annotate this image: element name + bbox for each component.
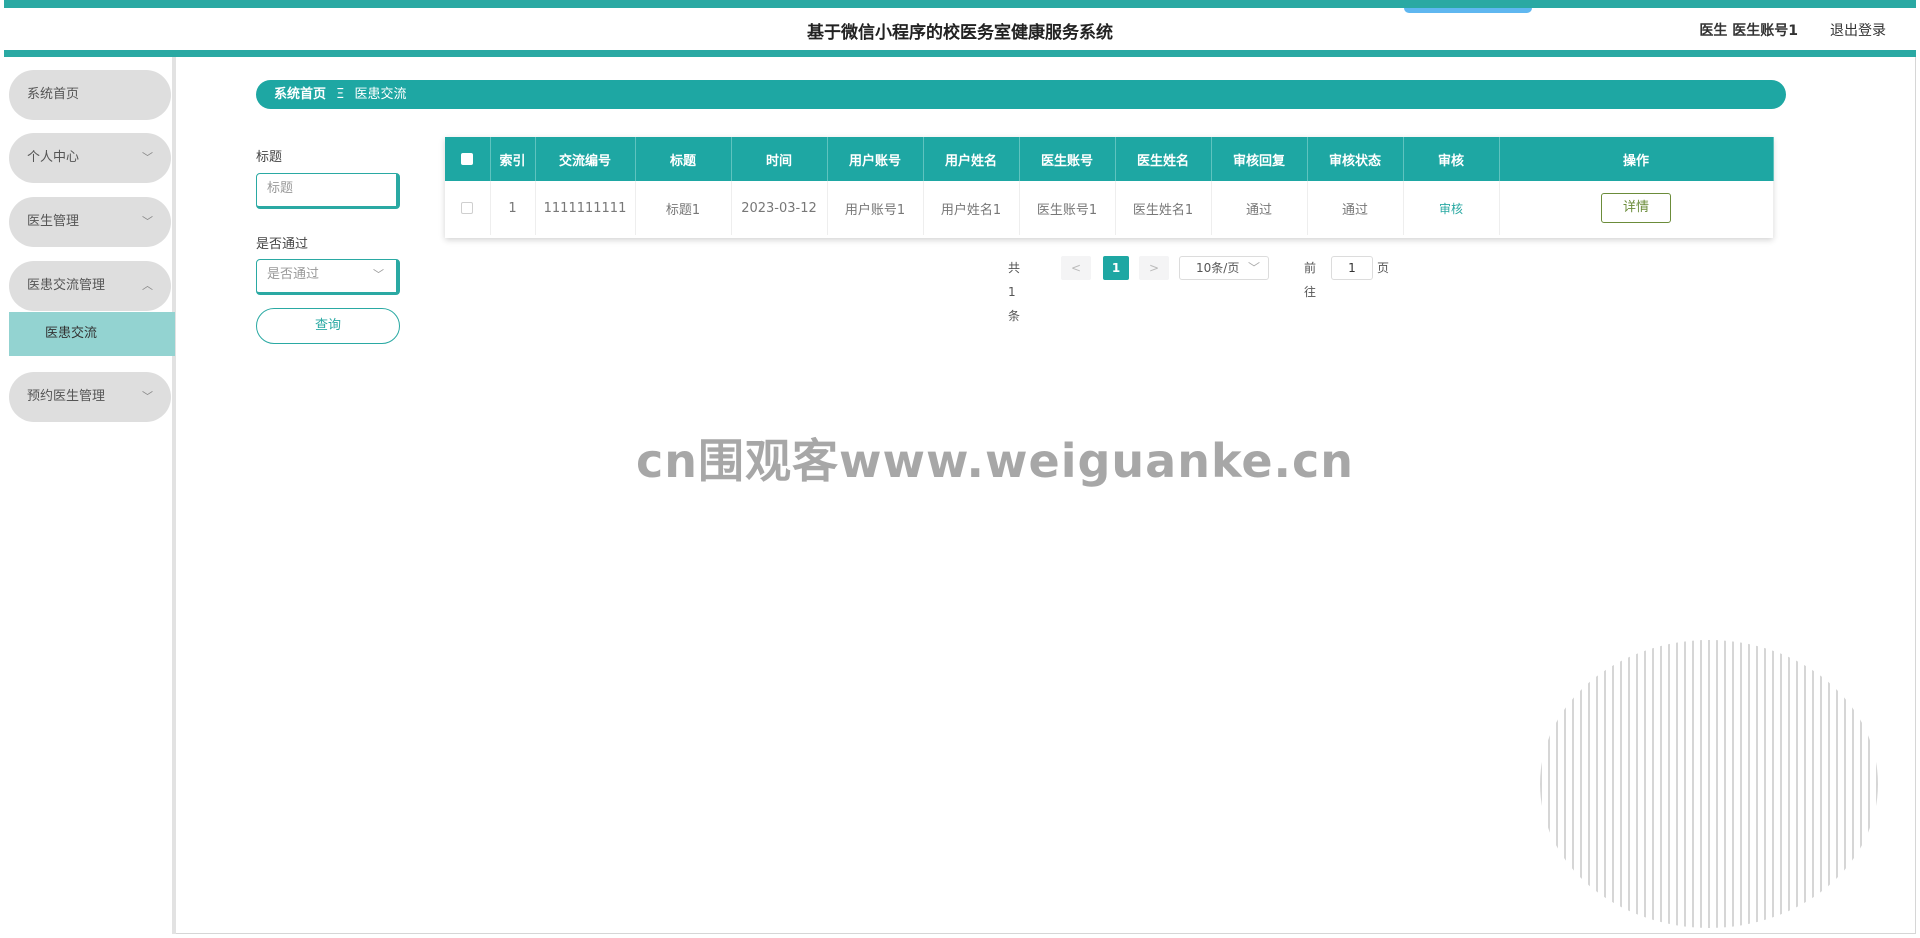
breadcrumb-separator-icon: Ξ [336,87,345,102]
table-header-row: 索引 交流编号 标题 时间 用户账号 用户姓名 医生账号 医生姓名 审核回复 审… [445,137,1774,181]
column-header: 医生账号 [1019,137,1116,181]
approved-filter-select[interactable]: 是否通过 ﹀ [256,259,400,295]
cell-doctor-name: 医生姓名1 [1115,181,1212,235]
goto-suffix: 页 [1377,261,1390,275]
column-header: 审核回复 [1211,137,1308,181]
cell-index: 1 [490,181,536,235]
sidebar-item-home[interactable]: 系统首页 [9,70,171,120]
cell-time: 2023-03-12 [731,181,828,235]
cell-audit-status: 通过 [1307,181,1404,235]
breadcrumb: 系统首页 Ξ 医患交流 [256,80,1786,109]
top-header: 基于微信小程序的校医务室健康服务系统 医生 医生账号1 退出登录 [4,0,1916,57]
query-button[interactable]: 查询 [256,308,400,344]
column-header: 医生姓名 [1115,137,1212,181]
sidebar-item-label: 医患交流管理 [27,278,106,293]
column-header: 索引 [490,137,536,181]
next-page-button[interactable]: > [1139,256,1169,280]
row-checkbox[interactable] [461,202,474,214]
cell-doctor-account: 医生账号1 [1019,181,1116,235]
cell-audit-reply: 通过 [1211,181,1308,235]
chevron-down-icon: ﹀ [1247,261,1260,275]
cell-user-name: 用户姓名1 [923,181,1020,235]
cell-title: 标题1 [635,181,732,235]
current-user: 医生 医生账号1 [1699,23,1798,39]
pagination-total: 共 1 条 [1008,261,1021,323]
chevron-down-icon: ﹀ [142,151,153,164]
approved-filter-placeholder: 是否通过 [267,267,320,282]
top-decoration [1404,8,1532,13]
column-header: 用户账号 [827,137,924,181]
goto-label: 前往 [1304,261,1317,299]
chevron-down-icon: ﹀ [142,215,153,228]
sidebar-item-doctor-management[interactable]: 医生管理 ﹀ [9,197,171,247]
sidebar-item-appointment-management[interactable]: 预约医生管理 ﹀ [9,372,171,422]
approved-filter-label: 是否通过 [256,237,309,252]
sidebar-subitem-communication[interactable]: 医患交流 [9,312,175,356]
sidebar: 系统首页 个人中心 ﹀ 医生管理 ﹀ 医患交流管理 ︿ 医患交流 预约医生管理 … [4,57,176,934]
audit-link[interactable]: 审核 [1439,202,1463,216]
decorative-stripes [1540,640,1878,928]
sidebar-subitem-label: 医患交流 [45,326,98,341]
goto-page-input[interactable]: 1 [1331,256,1373,280]
column-header: 审核 [1403,137,1500,181]
select-all-checkbox[interactable] [461,153,474,165]
sidebar-item-label: 医生管理 [27,214,80,229]
column-header: 标题 [635,137,732,181]
cell-audit: 审核 [1403,181,1500,235]
select-all-cell [445,137,491,181]
row-select-cell [445,181,491,235]
title-filter-label: 标题 [256,150,283,165]
column-header: 时间 [731,137,828,181]
sidebar-item-label: 个人中心 [27,150,80,165]
detail-button[interactable]: 详情 [1601,193,1671,223]
logout-link[interactable]: 退出登录 [1830,20,1886,40]
chevron-down-icon: ﹀ [142,390,153,403]
cell-code: 1111111111 [535,181,636,235]
sidebar-item-label: 预约医生管理 [27,389,106,404]
sidebar-item-personal-center[interactable]: 个人中心 ﹀ [9,133,171,183]
page-size-select[interactable]: 10条/页 ﹀ [1179,256,1269,280]
title-filter-input[interactable]: 标题 [256,173,400,209]
breadcrumb-current: 医患交流 [354,87,407,102]
cell-operation: 详情 [1499,181,1774,235]
sidebar-item-communication-management[interactable]: 医患交流管理 ︿ [9,261,171,311]
chevron-up-icon: ︿ [142,279,153,292]
cell-user-account: 用户账号1 [827,181,924,235]
column-header: 交流编号 [535,137,636,181]
page: 基于微信小程序的校医务室健康服务系统 医生 医生账号1 退出登录 系统首页 个人… [0,0,1920,938]
page-number-button[interactable]: 1 [1103,256,1129,280]
column-header: 审核状态 [1307,137,1404,181]
breadcrumb-home[interactable]: 系统首页 [274,87,326,102]
watermark-text: cn围观客www.weiguanke.cn [636,434,1355,488]
prev-page-button[interactable]: < [1061,256,1091,280]
column-header: 用户姓名 [923,137,1020,181]
page-size-value: 10条/页 [1196,261,1240,275]
data-table: 索引 交流编号 标题 时间 用户账号 用户姓名 医生账号 医生姓名 审核回复 审… [445,137,1774,238]
table-row: 1 1111111111 标题1 2023-03-12 用户账号1 用户姓名1 … [445,181,1774,235]
page-title: 基于微信小程序的校医务室健康服务系统 [807,23,1113,43]
sidebar-item-label: 系统首页 [27,87,80,102]
chevron-down-icon: ﹀ [373,268,384,281]
column-header: 操作 [1499,137,1774,181]
